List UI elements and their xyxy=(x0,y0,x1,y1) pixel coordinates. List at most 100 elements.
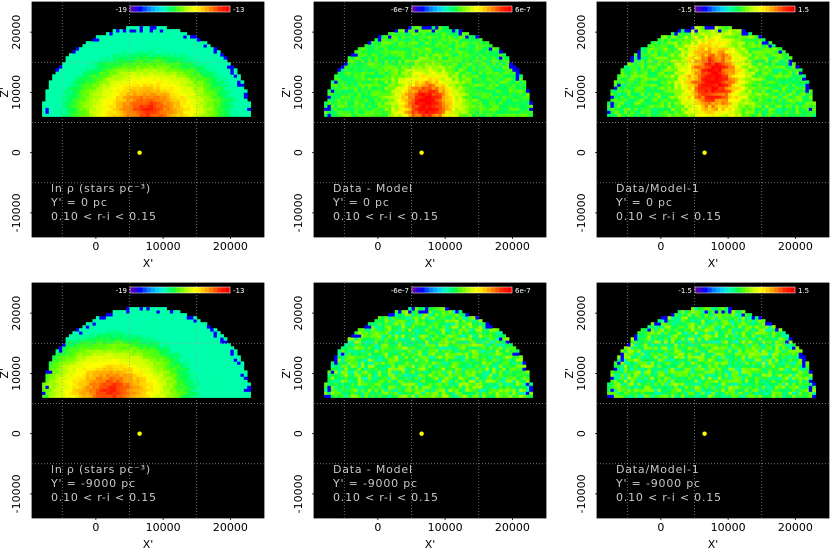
colorbar-segment xyxy=(197,6,201,12)
heatmap-cell xyxy=(207,59,211,62)
heatmap-cell xyxy=(133,89,137,92)
heatmap-cell xyxy=(455,44,459,47)
heatmap-cell xyxy=(76,334,80,337)
annotation-line: ln ρ (stars pc⁻³) xyxy=(51,182,151,195)
heatmap-cell xyxy=(799,92,803,95)
heatmap-cell xyxy=(469,80,473,83)
heatmap-cell xyxy=(634,68,638,71)
heatmap-cell xyxy=(405,110,409,113)
heatmap-cell xyxy=(72,373,76,376)
heatmap-cell xyxy=(721,98,725,101)
heatmap-cell xyxy=(435,95,439,98)
heatmap-cell xyxy=(338,95,342,98)
heatmap-cell xyxy=(361,77,365,80)
heatmap-cell xyxy=(634,101,638,104)
heatmap-cell xyxy=(106,77,110,80)
heatmap-cell xyxy=(745,107,749,110)
heatmap-cell xyxy=(674,50,678,53)
heatmap-cell xyxy=(651,98,655,101)
heatmap-cell xyxy=(217,80,221,83)
heatmap-cell xyxy=(153,68,157,71)
heatmap-cell xyxy=(438,113,442,116)
heatmap-cell xyxy=(627,74,631,77)
heatmap-cell xyxy=(99,328,103,331)
heatmap-cell xyxy=(89,370,93,373)
heatmap-cell xyxy=(173,89,177,92)
heatmap-cell xyxy=(735,29,739,32)
heatmap-cell xyxy=(661,110,665,113)
heatmap-cell xyxy=(327,89,331,92)
heatmap-cell xyxy=(502,56,506,59)
heatmap-cell xyxy=(207,68,211,71)
heatmap-cell xyxy=(792,104,796,107)
heatmap-cell xyxy=(785,77,789,80)
heatmap-cell xyxy=(695,41,699,44)
heatmap-cell xyxy=(715,110,719,113)
x-axis-label: X' xyxy=(425,257,436,270)
heatmap-cell xyxy=(200,110,204,113)
heatmap-cell xyxy=(721,89,725,92)
heatmap-cell xyxy=(331,104,335,107)
heatmap-cell xyxy=(664,92,668,95)
heatmap-cell xyxy=(641,77,645,80)
heatmap-cell xyxy=(789,77,793,80)
heatmap-cell xyxy=(448,62,452,65)
heatmap-cell xyxy=(779,98,783,101)
heatmap-cell xyxy=(207,101,211,104)
heatmap-cell xyxy=(86,376,90,379)
heatmap-cell xyxy=(368,56,372,59)
heatmap-cell xyxy=(49,95,53,98)
heatmap-cell xyxy=(765,80,769,83)
heatmap-cell xyxy=(668,107,672,110)
heatmap-cell xyxy=(661,71,665,74)
heatmap-cell xyxy=(375,68,379,71)
heatmap-cell xyxy=(442,107,446,110)
heatmap-cell xyxy=(133,56,137,59)
heatmap-cell xyxy=(136,56,140,59)
heatmap-cell xyxy=(425,71,429,74)
heatmap-cell xyxy=(715,107,719,110)
heatmap-cell xyxy=(671,77,675,80)
heatmap-cell xyxy=(210,83,214,86)
heatmap-cell xyxy=(731,65,735,68)
heatmap-cell xyxy=(644,68,648,71)
heatmap-cell xyxy=(82,92,86,95)
heatmap-cell xyxy=(170,35,174,38)
heatmap-cell xyxy=(79,343,83,346)
heatmap-cell xyxy=(156,68,160,71)
heatmap-cell xyxy=(56,98,60,101)
heatmap-cell xyxy=(96,358,100,361)
heatmap-cell xyxy=(227,62,231,65)
heatmap-cell xyxy=(785,68,789,71)
heatmap-cell xyxy=(398,50,402,53)
heatmap-cell xyxy=(705,44,709,47)
heatmap-cell xyxy=(183,53,187,56)
heatmap-cell xyxy=(103,391,107,394)
heatmap-cell xyxy=(678,41,682,44)
colorbar-segment xyxy=(209,6,213,12)
heatmap-cell xyxy=(123,80,127,83)
heatmap-cell xyxy=(86,361,90,364)
heatmap-cell xyxy=(671,101,675,104)
heatmap-cell xyxy=(435,92,439,95)
heatmap-cell xyxy=(398,95,402,98)
heatmap-cell xyxy=(634,59,638,62)
heatmap-cell xyxy=(738,80,742,83)
heatmap-cell xyxy=(76,367,80,370)
heatmap-cell xyxy=(187,80,191,83)
heatmap-cell xyxy=(190,50,194,53)
heatmap-cell xyxy=(187,110,191,113)
heatmap-cell xyxy=(89,331,93,334)
heatmap-cell xyxy=(109,110,113,113)
heatmap-cell xyxy=(49,104,53,107)
heatmap-cell xyxy=(200,98,204,101)
heatmap-cell xyxy=(795,83,799,86)
heatmap-cell xyxy=(76,370,80,373)
heatmap-cell xyxy=(358,98,362,101)
heatmap-cell xyxy=(715,68,719,71)
colorbar-segment xyxy=(416,6,420,12)
heatmap-cell xyxy=(479,62,483,65)
heatmap-cell xyxy=(69,86,73,89)
heatmap-cell xyxy=(718,95,722,98)
heatmap-cell xyxy=(482,68,486,71)
